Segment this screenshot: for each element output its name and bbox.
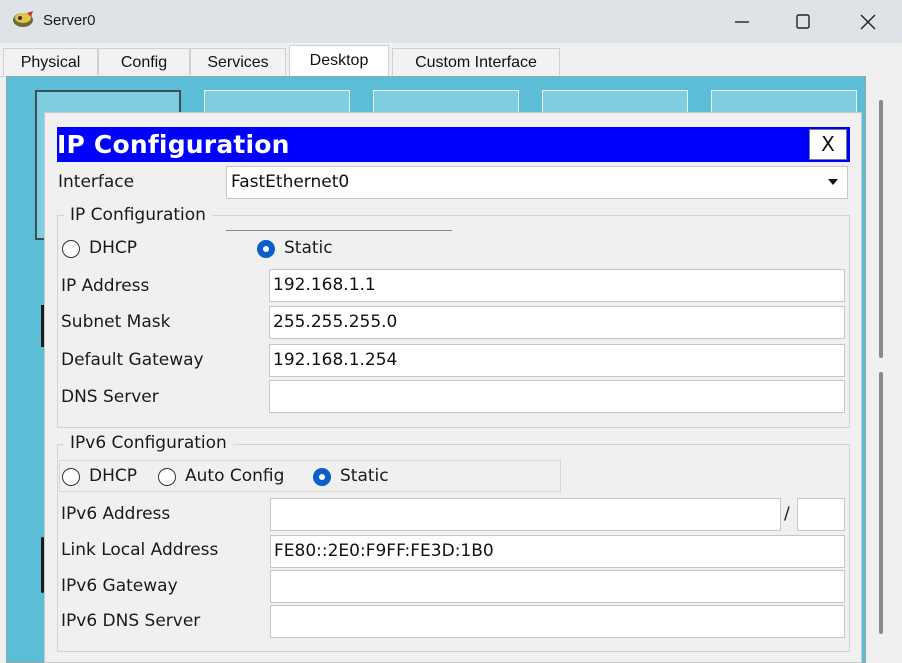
ipv6-dns-server-label: IPv6 DNS Server <box>61 611 201 631</box>
scrollbar-thumb[interactable] <box>879 100 883 358</box>
interface-select-value: FastEthernet0 <box>231 172 350 192</box>
scrollbar-thumb-secondary[interactable] <box>879 372 883 634</box>
subnet-mask-label: Subnet Mask <box>61 312 171 332</box>
link-local-field[interactable]: FE80::2E0:F9FF:FE3D:1B0 <box>270 535 845 568</box>
tab-config[interactable]: Config <box>98 48 190 75</box>
ipv4-dhcp-radio[interactable] <box>62 240 80 258</box>
default-gateway-label: Default Gateway <box>61 350 204 370</box>
server-app-icon <box>13 11 33 27</box>
ipv6-address-field[interactable] <box>270 498 781 531</box>
dropdown-caret-icon[interactable] <box>828 179 838 185</box>
tab-physical[interactable]: Physical <box>3 48 98 75</box>
ipv4-dhcp-label: DHCP <box>89 238 137 258</box>
ip-config-close-button[interactable]: X <box>809 129 847 160</box>
ipv6-dhcp-label: DHCP <box>89 466 137 486</box>
ipv6-group-label: IPv6 Configuration <box>64 433 233 453</box>
window-title: Server0 <box>43 12 96 29</box>
ip-address-field[interactable]: 192.168.1.1 <box>269 269 845 302</box>
ipv4-static-radio[interactable] <box>257 240 275 258</box>
divider <box>226 230 452 231</box>
ipv6-prefix-length-field[interactable] <box>797 498 845 531</box>
dns-server-field[interactable] <box>269 380 845 413</box>
prefix-separator: / <box>784 504 790 524</box>
close-icon <box>860 14 876 30</box>
ip-config-title: IP Configuration <box>57 130 290 159</box>
ipv4-static-label: Static <box>284 238 333 258</box>
ipv6-dns-server-field[interactable] <box>270 605 845 638</box>
ipv6-static-radio[interactable] <box>313 468 331 486</box>
ipv6-gateway-field[interactable] <box>270 570 845 603</box>
interface-select[interactable]: FastEthernet0 <box>226 166 848 199</box>
ipv6-dhcp-radio[interactable] <box>62 468 80 486</box>
tab-desktop[interactable]: Desktop <box>289 45 389 76</box>
default-gateway-field[interactable]: 192.168.1.254 <box>269 344 845 377</box>
ipv6-auto-config-radio[interactable] <box>158 468 176 486</box>
ipv6-address-label: IPv6 Address <box>61 504 171 524</box>
subnet-mask-field[interactable]: 255.255.255.0 <box>269 306 845 339</box>
ip-address-label: IP Address <box>61 276 150 296</box>
dns-server-label: DNS Server <box>61 387 159 407</box>
ipv6-auto-config-label: Auto Config <box>185 466 285 486</box>
link-local-label: Link Local Address <box>61 540 219 560</box>
tab-custom-interface[interactable]: Custom Interface <box>392 48 560 75</box>
minimize-button[interactable] <box>717 0 767 43</box>
maximize-icon <box>796 14 810 29</box>
tab-services[interactable]: Services <box>190 48 286 75</box>
close-window-button[interactable] <box>843 0 893 43</box>
tab-bar: Physical Config Services Desktop Custom … <box>0 43 902 77</box>
ipv6-static-label: Static <box>340 466 389 486</box>
interface-label: Interface <box>58 172 135 192</box>
scrollbar[interactable] <box>866 76 902 663</box>
ipv4-group-label: IP Configuration <box>64 205 212 225</box>
title-bar: Server0 <box>0 0 902 43</box>
minimize-icon <box>735 21 749 23</box>
maximize-button[interactable] <box>778 0 828 43</box>
ipv6-gateway-label: IPv6 Gateway <box>61 576 178 596</box>
